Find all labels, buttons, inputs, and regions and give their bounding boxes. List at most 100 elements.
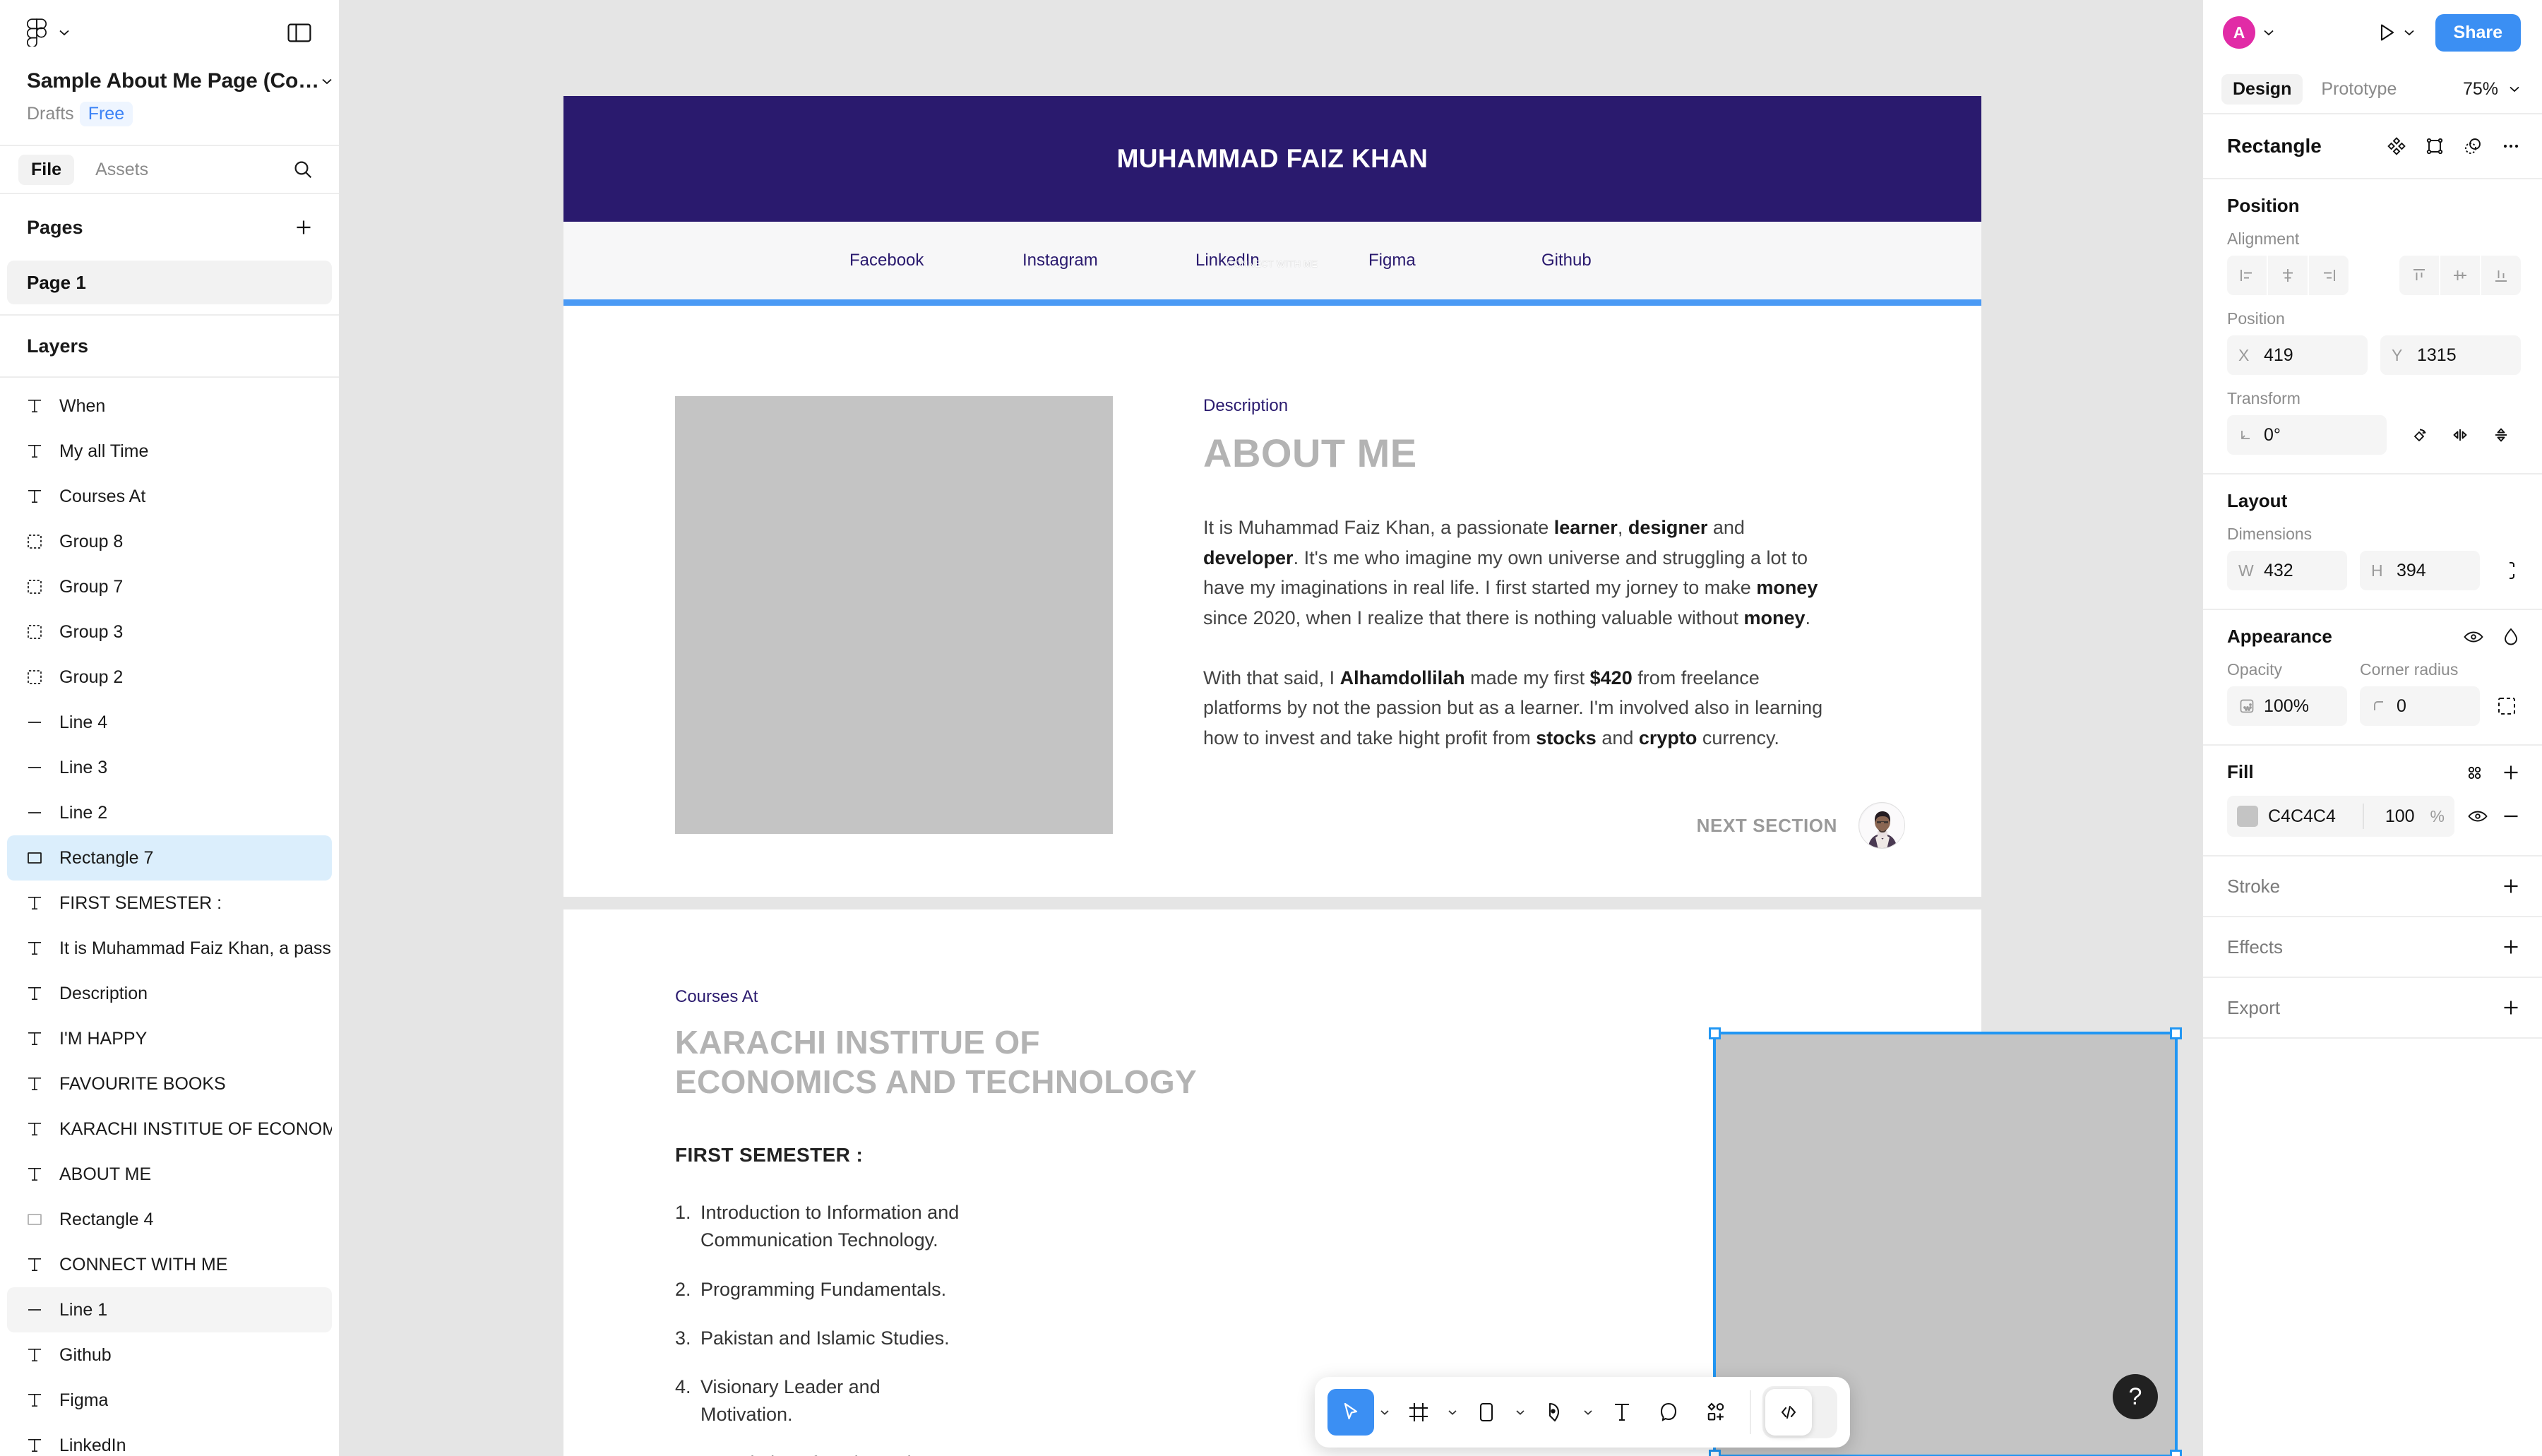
resize-handle-top-right[interactable] [2170, 1027, 2182, 1039]
remove-fill-icon[interactable] [2501, 806, 2521, 826]
align-left-button[interactable] [2227, 256, 2267, 295]
move-tool-chevron-icon[interactable] [1374, 1406, 1395, 1419]
fill-styles-icon[interactable] [2464, 763, 2484, 782]
file-title[interactable]: Sample About Me Page (Co… [27, 69, 319, 93]
nav-link-facebook[interactable]: Facebook [849, 251, 1022, 270]
resize-handle-bottom-left[interactable] [1709, 1450, 1721, 1456]
user-avatar[interactable]: A [2223, 16, 2255, 49]
present-button[interactable] [2375, 21, 2397, 44]
tab-prototype[interactable]: Prototype [2310, 74, 2408, 105]
page-row[interactable]: Page 1 [7, 261, 332, 304]
layer-row[interactable]: Group 3 [7, 609, 332, 655]
add-stroke-icon[interactable] [2501, 876, 2521, 896]
position-y-field[interactable]: Y 1315 [2380, 335, 2521, 375]
align-right-button[interactable] [2309, 256, 2349, 295]
layer-row[interactable]: Rectangle 4 [7, 1197, 332, 1242]
add-effect-icon[interactable] [2501, 937, 2521, 957]
resize-handle-top-left[interactable] [1709, 1027, 1721, 1039]
corner-radius-field[interactable]: 0 [2360, 686, 2480, 726]
collaborators-chevron-icon[interactable] [2261, 25, 2277, 40]
fill-color-swatch[interactable] [2237, 806, 2258, 827]
layer-row[interactable]: LinkedIn [7, 1423, 332, 1456]
layer-row[interactable]: Group 8 [7, 519, 332, 564]
position-x-field[interactable]: X 419 [2227, 335, 2368, 375]
create-component-icon[interactable] [2387, 136, 2406, 156]
collaborators-menu[interactable]: A [2223, 16, 2277, 49]
layer-row[interactable]: Line 3 [7, 745, 332, 790]
fill-visibility-eye-icon[interactable] [2467, 806, 2488, 827]
rotation-field[interactable]: 0° [2227, 415, 2387, 455]
layer-row[interactable]: ABOUT ME [7, 1152, 332, 1197]
add-export-icon[interactable] [2501, 998, 2521, 1018]
layer-row[interactable]: KARACHI INSTITUE OF ECONOMICS [7, 1106, 332, 1152]
tab-file[interactable]: File [18, 154, 75, 185]
stroke-section[interactable]: Stroke [2203, 857, 2542, 917]
use-as-mask-icon[interactable] [2425, 136, 2445, 156]
fill-color-chip[interactable]: C4C4C4 100 % [2227, 796, 2454, 837]
rotate-90-button[interactable] [2399, 415, 2439, 455]
pen-tool-chevron-icon[interactable] [1577, 1406, 1599, 1419]
drafts-breadcrumb[interactable]: Drafts [27, 104, 74, 124]
independent-corners-icon[interactable] [2493, 686, 2521, 726]
help-button[interactable]: ? [2113, 1374, 2158, 1419]
add-page-button[interactable] [294, 217, 314, 237]
layer-row[interactable]: FIRST SEMESTER : [7, 881, 332, 926]
nav-link-instagram[interactable]: Instagram [1022, 251, 1195, 270]
zoom-chevron-icon[interactable] [2507, 81, 2522, 97]
comment-tool-button[interactable] [1645, 1389, 1692, 1436]
layer-row[interactable]: Line 1 [7, 1287, 332, 1332]
layer-row[interactable]: When [7, 383, 332, 429]
layer-row[interactable]: Line 2 [7, 790, 332, 835]
design-canvas[interactable]: MUHAMMAD FAIZ KHAN CONNECT WITH ME Faceb… [340, 0, 2202, 1456]
boolean-union-icon[interactable] [2463, 136, 2483, 156]
align-horizontal-center-button[interactable] [2268, 256, 2308, 295]
figma-menu-button[interactable] [27, 18, 72, 47]
height-field[interactable]: H 394 [2360, 551, 2480, 590]
toggle-sidebar-button[interactable] [285, 18, 314, 47]
width-field[interactable]: W 432 [2227, 551, 2347, 590]
layer-row[interactable]: Courses At [7, 474, 332, 519]
frame-tool-button[interactable] [1395, 1389, 1442, 1436]
layer-row[interactable]: Github [7, 1332, 332, 1378]
layer-row[interactable]: Figma [7, 1378, 332, 1423]
present-options-chevron-icon[interactable] [2401, 25, 2417, 40]
more-options-icon[interactable] [2501, 136, 2521, 156]
resize-handle-bottom-right[interactable] [2170, 1450, 2182, 1456]
opacity-field[interactable]: 100% [2227, 686, 2347, 726]
layer-row[interactable]: Description [7, 971, 332, 1016]
export-section[interactable]: Export [2203, 978, 2542, 1039]
pen-tool-button[interactable] [1531, 1389, 1577, 1436]
tab-design[interactable]: Design [2221, 73, 2303, 105]
nav-link-github[interactable]: Github [1541, 251, 1714, 270]
frame-tool-chevron-icon[interactable] [1442, 1406, 1463, 1419]
tab-assets[interactable]: Assets [83, 155, 161, 185]
plan-badge[interactable]: Free [79, 102, 133, 126]
nav-link-figma[interactable]: Figma [1368, 251, 1541, 270]
layer-row[interactable]: It is Muhammad Faiz Khan, a passiona [7, 926, 332, 971]
flip-vertical-button[interactable] [2481, 415, 2521, 455]
layer-row[interactable]: CONNECT WITH ME [7, 1242, 332, 1287]
layer-row[interactable]: I'M HAPPY [7, 1016, 332, 1061]
file-menu-chevron-icon[interactable] [319, 73, 335, 89]
align-top-button[interactable] [2399, 256, 2439, 295]
layer-row[interactable]: Group 7 [7, 564, 332, 609]
next-section-link[interactable]: NEXT SECTION [1697, 802, 1905, 849]
layer-row[interactable]: Rectangle 7 [7, 835, 332, 881]
lock-aspect-ratio-icon[interactable] [2493, 551, 2521, 590]
search-icon[interactable] [292, 159, 314, 180]
zoom-control[interactable]: 75% [2463, 79, 2522, 100]
layer-row[interactable]: FAVOURITE BOOKS [7, 1061, 332, 1106]
shape-tool-chevron-icon[interactable] [1510, 1406, 1531, 1419]
dev-mode-toggle[interactable] [1762, 1386, 1837, 1438]
align-bottom-button[interactable] [2481, 256, 2521, 295]
components-tool-button[interactable] [1692, 1389, 1738, 1436]
effects-section[interactable]: Effects [2203, 917, 2542, 978]
text-tool-button[interactable] [1599, 1389, 1645, 1436]
layer-row[interactable]: Line 4 [7, 700, 332, 745]
frame-about-page[interactable]: MUHAMMAD FAIZ KHAN CONNECT WITH ME Faceb… [563, 96, 1981, 897]
visibility-eye-icon[interactable] [2463, 626, 2484, 648]
move-tool-button[interactable] [1327, 1389, 1374, 1436]
layer-row[interactable]: My all Time [7, 429, 332, 474]
share-button[interactable]: Share [2435, 13, 2521, 52]
add-fill-icon[interactable] [2501, 763, 2521, 782]
